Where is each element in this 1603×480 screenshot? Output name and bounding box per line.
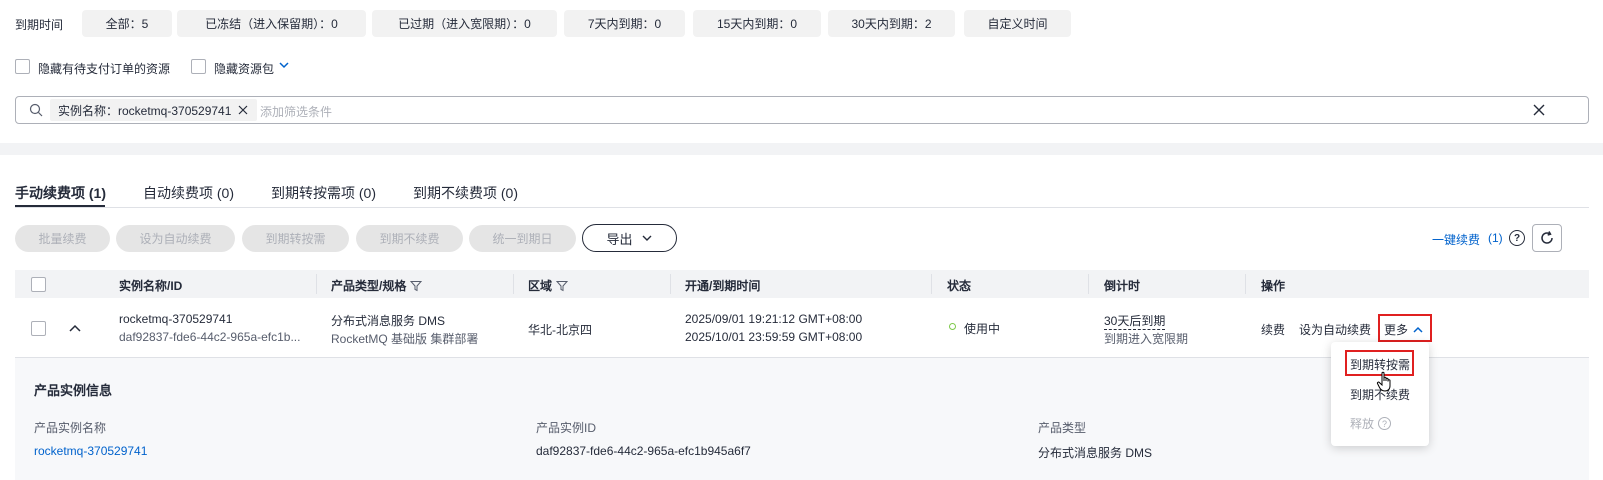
- col-sep: [513, 274, 514, 294]
- unify-expiry-button[interactable]: 统一到期日: [469, 225, 576, 252]
- set-auto-renew-button[interactable]: 设为自动续费: [116, 225, 235, 252]
- instance-name-link[interactable]: rocketmq-370529741: [119, 312, 232, 326]
- one-click-renew-link[interactable]: 一键续费 (1): [1432, 231, 1503, 248]
- chip-all[interactable]: 全部：5: [82, 10, 172, 37]
- detail-value-id: daf92837-fde6-44c2-965a-efc1b945a6f7: [536, 444, 751, 458]
- column-operations: 操作: [1261, 279, 1286, 293]
- hide-packages-label: 隐藏资源包: [214, 62, 275, 76]
- instance-id: daf92837-fde6-44c2-965a-efc1b...: [119, 330, 301, 344]
- one-click-renew-count: (1): [1488, 231, 1503, 245]
- product-spec: RocketMQ 基础版 集群部署: [331, 332, 479, 346]
- countdown-sub: 到期进入宽限期: [1104, 332, 1189, 346]
- filter-tag: 实例名称：rocketmq-370529741: [50, 99, 258, 121]
- search-input[interactable]: 添加筛选条件: [260, 103, 332, 120]
- col-sep: [670, 274, 671, 294]
- status-text: 使用中: [964, 322, 1001, 336]
- chip-expired[interactable]: 已过期（进入宽限期）：0: [372, 10, 557, 37]
- help-icon: ?: [1378, 417, 1392, 430]
- one-click-renew-label: 一键续费: [1432, 233, 1481, 247]
- close-icon[interactable]: [237, 104, 249, 116]
- help-icon[interactable]: ?: [1509, 230, 1525, 246]
- hide-pending-orders-checkbox[interactable]: [15, 59, 30, 74]
- tabs-divider: [15, 207, 1589, 208]
- tab-to-on-demand[interactable]: 到期转按需项 (0): [271, 183, 376, 203]
- column-countdown: 倒计时: [1104, 279, 1141, 293]
- refresh-button[interactable]: [1532, 224, 1562, 252]
- select-all-checkbox[interactable]: [31, 277, 46, 292]
- col-sep: [316, 274, 317, 294]
- to-on-demand-button[interactable]: 到期转按需: [242, 225, 349, 252]
- tab-no-renewal[interactable]: 到期不续费项 (0): [413, 183, 518, 203]
- chevron-down-icon[interactable]: [278, 59, 290, 74]
- no-renew-button[interactable]: 到期不续费: [356, 225, 463, 252]
- set-auto-renew-link[interactable]: 设为自动续费: [1299, 321, 1371, 338]
- open-time: 2025/09/01 19:21:12 GMT+08:00: [685, 312, 863, 326]
- detail-value-name[interactable]: rocketmq-370529741: [34, 444, 147, 458]
- renew-link[interactable]: 续费: [1261, 321, 1285, 338]
- chip-30-days[interactable]: 30天内到期：2: [828, 10, 955, 37]
- tab-auto-renewal[interactable]: 自动续费项 (0): [143, 183, 234, 203]
- chip-frozen[interactable]: 已冻结（进入保留期）：0: [177, 10, 366, 37]
- chevron-up-icon[interactable]: [68, 322, 82, 339]
- detail-label-id: 产品实例ID: [536, 421, 597, 435]
- column-time: 开通/到期时间: [685, 279, 761, 293]
- col-sep: [1245, 274, 1246, 294]
- chip-custom-time[interactable]: 自定义时间: [964, 10, 1071, 37]
- detail-value-type: 分布式消息服务 DMS: [1038, 446, 1153, 460]
- row-checkbox[interactable]: [31, 321, 46, 336]
- chevron-up-icon: [1412, 324, 1424, 336]
- more-label: 更多: [1384, 323, 1409, 337]
- detail-label-name: 产品实例名称: [34, 421, 107, 435]
- menu-item-release[interactable]: 释放 ?: [1350, 415, 1392, 432]
- filter-icon[interactable]: [556, 280, 569, 292]
- chip-15-days[interactable]: 15天内到期：0: [693, 10, 821, 37]
- more-dropdown-toggle[interactable]: 更多: [1384, 321, 1424, 338]
- batch-renew-button[interactable]: 批量续费: [15, 225, 110, 252]
- search-icon: [29, 103, 43, 120]
- section-divider: [0, 143, 1603, 155]
- hide-pending-orders-label: 隐藏有待支付订单的资源: [38, 62, 171, 76]
- tab-manual-renewal[interactable]: 手动续费项 (1): [15, 183, 106, 203]
- chevron-down-icon: [641, 232, 653, 244]
- chip-7-days[interactable]: 7天内到期：0: [564, 10, 685, 37]
- status-dot-icon: [949, 323, 956, 330]
- detail-title: 产品实例信息: [34, 383, 113, 398]
- refresh-icon: [1539, 230, 1555, 246]
- table-header: [15, 270, 1589, 298]
- col-sep: [1088, 274, 1089, 294]
- filter-icon[interactable]: [410, 280, 423, 292]
- countdown-text[interactable]: 30天后到期: [1104, 312, 1166, 330]
- column-product: 产品类型/规格: [331, 277, 423, 294]
- release-label: 释放: [1350, 417, 1375, 431]
- product-type: 分布式消息服务 DMS: [331, 314, 446, 328]
- active-tab-indicator: [15, 205, 105, 207]
- expire-time: 2025/10/01 23:59:59 GMT+08:00: [685, 330, 863, 344]
- column-name: 实例名称/ID: [119, 279, 183, 293]
- filter-tag-text: 实例名称：rocketmq-370529741: [58, 103, 232, 118]
- detail-label-type: 产品类型: [1038, 421, 1087, 435]
- export-label: 导出: [606, 231, 633, 247]
- clear-all-icon[interactable]: [1533, 104, 1545, 119]
- column-region: 区域: [528, 277, 569, 294]
- hand-cursor-icon: [1376, 371, 1396, 396]
- expiry-filter-label: 到期时间: [15, 18, 64, 32]
- col-sep: [931, 274, 932, 294]
- column-status: 状态: [947, 279, 972, 293]
- hide-packages-checkbox[interactable]: [191, 59, 206, 74]
- region-value: 华北-北京四: [528, 323, 592, 337]
- export-button[interactable]: 导出: [582, 224, 677, 252]
